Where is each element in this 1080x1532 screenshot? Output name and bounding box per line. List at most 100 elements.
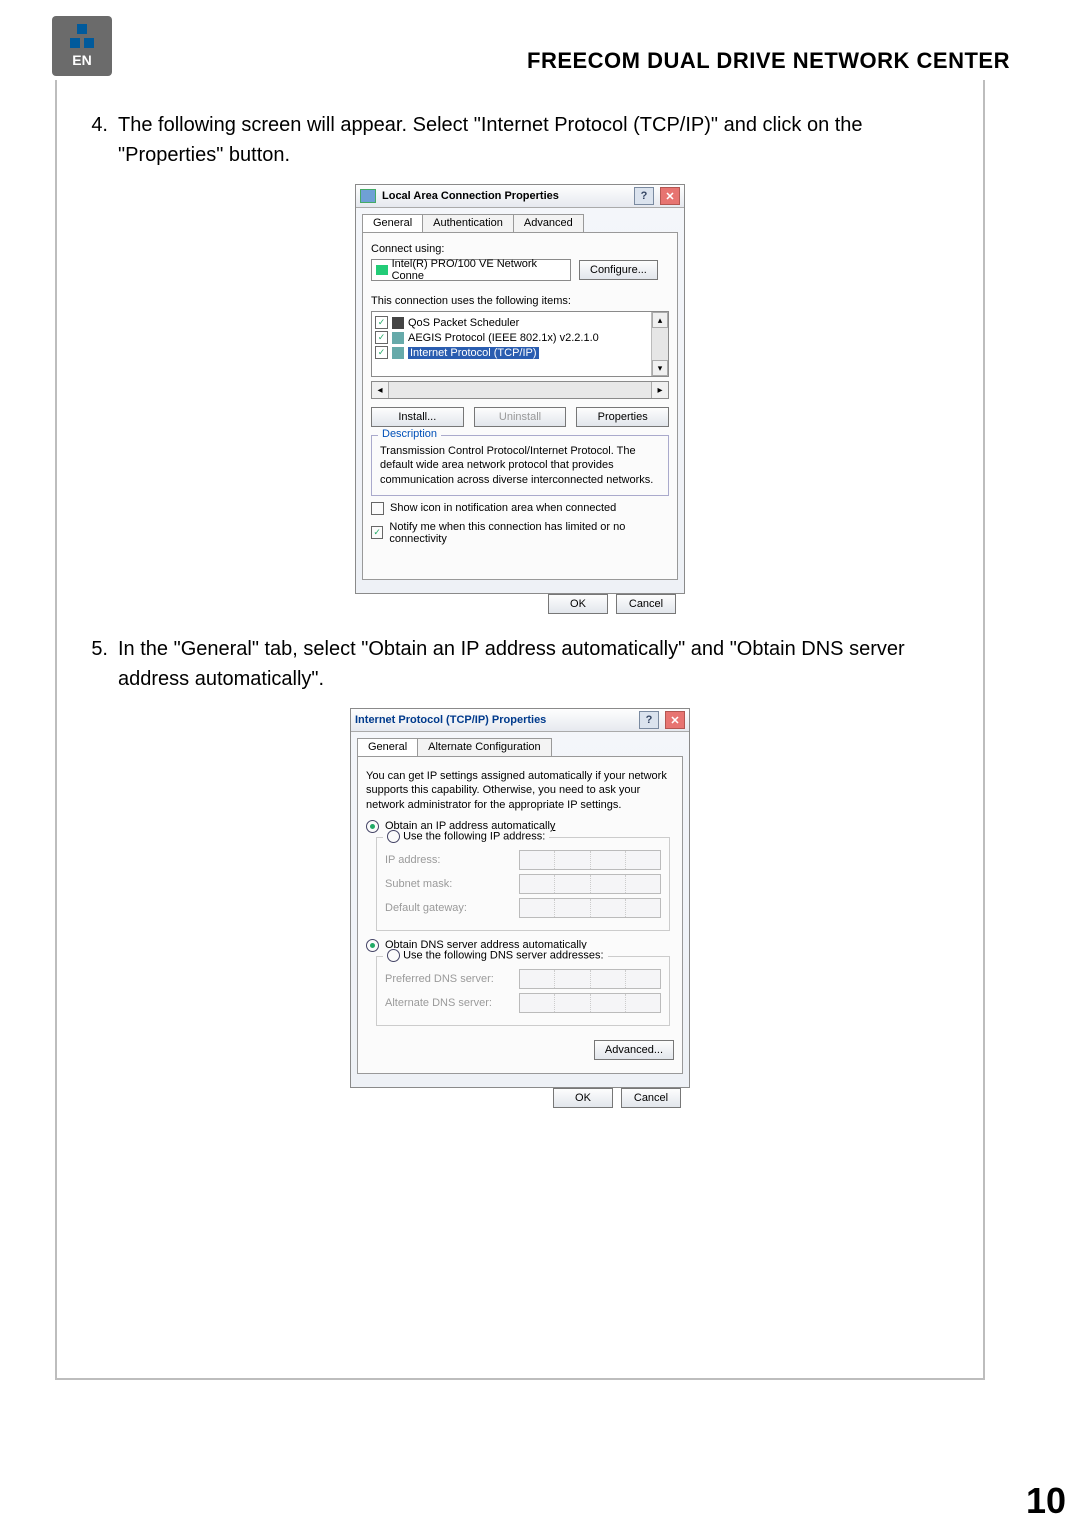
protocol-icon	[392, 332, 404, 344]
alternate-dns-row: Alternate DNS server:	[385, 993, 661, 1013]
service-icon	[392, 317, 404, 329]
radio[interactable]	[387, 949, 400, 962]
step-4: 4. The following screen will appear. Sel…	[82, 110, 958, 170]
scroll-track[interactable]	[652, 328, 668, 360]
screenshot-tcpip-properties: Internet Protocol (TCP/IP) Properties ? …	[350, 708, 690, 1088]
ip-address-row: IP address:	[385, 850, 661, 870]
step-text: In the "General" tab, select "Obtain an …	[118, 634, 958, 694]
tab-general[interactable]: General	[362, 214, 423, 232]
tab-panel: Connect using: Intel(R) PRO/100 VE Netwo…	[362, 232, 678, 580]
preferred-dns-row: Preferred DNS server:	[385, 969, 661, 989]
radio[interactable]	[387, 830, 400, 843]
checkbox[interactable]	[375, 346, 388, 359]
gateway-label: Default gateway:	[385, 902, 467, 914]
badge-square-icon	[77, 24, 87, 34]
ok-button[interactable]: OK	[553, 1088, 613, 1108]
scroll-left-icon[interactable]: ◂	[372, 382, 389, 398]
close-button[interactable]: ✕	[665, 711, 685, 729]
radio-label: Use the following IP address:	[403, 830, 545, 842]
radio[interactable]	[366, 939, 379, 952]
help-button[interactable]: ?	[634, 187, 654, 205]
radio[interactable]	[366, 820, 379, 833]
connection-items-list[interactable]: QoS Packet Scheduler AEGIS Protocol (IEE…	[371, 311, 669, 377]
tab-advanced[interactable]: Advanced	[513, 214, 584, 232]
item-label: QoS Packet Scheduler	[408, 317, 519, 329]
option-label: Notify me when this connection has limit…	[389, 521, 669, 545]
advanced-button[interactable]: Advanced...	[594, 1040, 674, 1060]
close-button[interactable]: ✕	[660, 187, 680, 205]
item-label-selected: Internet Protocol (TCP/IP)	[408, 347, 539, 359]
list-item[interactable]: AEGIS Protocol (IEEE 802.1x) v2.2.1.0	[375, 330, 665, 345]
description-title: Description	[378, 428, 441, 440]
ip-address-field[interactable]	[519, 850, 661, 870]
titlebar: Local Area Connection Properties ? ✕	[356, 185, 684, 208]
scroll-right-icon[interactable]: ▸	[651, 382, 668, 398]
item-label: AEGIS Protocol (IEEE 802.1x) v2.2.1.0	[408, 332, 599, 344]
adapter-row: Intel(R) PRO/100 VE Network Conne Config…	[371, 259, 669, 281]
radio-use-dns[interactable]: Use the following DNS server addresses:	[383, 949, 608, 962]
info-text: You can get IP settings assigned automat…	[366, 769, 674, 812]
radio-label: Use the following DNS server addresses:	[403, 949, 604, 961]
screenshot-lan-properties: Local Area Connection Properties ? ✕ Gen…	[355, 184, 685, 594]
checkbox[interactable]	[371, 502, 384, 515]
properties-button[interactable]: Properties	[576, 407, 669, 427]
preferred-dns-label: Preferred DNS server:	[385, 973, 494, 985]
item-buttons-row: Install... Uninstall Properties	[371, 407, 669, 427]
adapter-name: Intel(R) PRO/100 VE Network Conne	[392, 258, 566, 282]
cancel-button[interactable]: Cancel	[621, 1088, 681, 1108]
dns-group: Use the following DNS server addresses: …	[376, 956, 670, 1026]
page-title: FREECOM DUAL DRIVE NETWORK CENTER	[527, 48, 1010, 74]
help-button[interactable]: ?	[639, 711, 659, 729]
connect-using-label: Connect using:	[371, 243, 669, 255]
page-number: 10	[1026, 1480, 1066, 1522]
scroll-track[interactable]	[389, 382, 651, 398]
nic-icon	[376, 265, 388, 275]
tab-row: General Alternate Configuration	[357, 738, 689, 756]
alternate-dns-label: Alternate DNS server:	[385, 997, 492, 1009]
configure-button[interactable]: Configure...	[579, 260, 658, 280]
network-icon	[360, 189, 376, 203]
step-text: The following screen will appear. Select…	[118, 110, 958, 170]
install-button[interactable]: Install...	[371, 407, 464, 427]
scroll-up-icon[interactable]: ▴	[652, 312, 668, 328]
dialog-title: Local Area Connection Properties	[382, 190, 559, 202]
checkbox[interactable]	[371, 526, 383, 539]
step-number: 4.	[82, 110, 108, 170]
notify-option[interactable]: Notify me when this connection has limit…	[371, 521, 669, 545]
ip-label: IP address:	[385, 854, 440, 866]
subnet-row: Subnet mask:	[385, 874, 661, 894]
dialog-footer: OK Cancel	[356, 586, 684, 622]
checkbox[interactable]	[375, 316, 388, 329]
content-frame: 4. The following screen will appear. Sel…	[55, 80, 985, 1380]
subnet-field[interactable]	[519, 874, 661, 894]
ok-button[interactable]: OK	[548, 594, 608, 614]
ip-group: Use the following IP address: IP address…	[376, 837, 670, 931]
subnet-label: Subnet mask:	[385, 878, 452, 890]
cancel-button[interactable]: Cancel	[616, 594, 676, 614]
gateway-field[interactable]	[519, 898, 661, 918]
tab-authentication[interactable]: Authentication	[422, 214, 514, 232]
dialog-footer: OK Cancel	[351, 1080, 689, 1116]
tab-general[interactable]: General	[357, 738, 418, 756]
tab-alternate-config[interactable]: Alternate Configuration	[417, 738, 552, 756]
horizontal-scrollbar[interactable]: ◂ ▸	[371, 381, 669, 399]
gateway-row: Default gateway:	[385, 898, 661, 918]
protocol-icon	[392, 347, 404, 359]
show-icon-option[interactable]: Show icon in notification area when conn…	[371, 502, 669, 515]
vertical-scrollbar[interactable]: ▴ ▾	[651, 312, 668, 376]
list-item[interactable]: QoS Packet Scheduler	[375, 315, 665, 330]
language-badge: EN	[52, 16, 112, 76]
titlebar: Internet Protocol (TCP/IP) Properties ? …	[351, 709, 689, 732]
badge-squares-row	[70, 38, 94, 48]
option-label: Show icon in notification area when conn…	[390, 502, 616, 514]
preferred-dns-field[interactable]	[519, 969, 661, 989]
checkbox[interactable]	[375, 331, 388, 344]
uninstall-button[interactable]: Uninstall	[474, 407, 567, 427]
radio-use-ip[interactable]: Use the following IP address:	[383, 830, 549, 843]
advanced-row: Advanced...	[366, 1040, 674, 1060]
scroll-down-icon[interactable]: ▾	[652, 360, 668, 376]
adapter-field: Intel(R) PRO/100 VE Network Conne	[371, 259, 571, 281]
list-item[interactable]: Internet Protocol (TCP/IP)	[375, 345, 665, 360]
alternate-dns-field[interactable]	[519, 993, 661, 1013]
items-label: This connection uses the following items…	[371, 295, 669, 307]
